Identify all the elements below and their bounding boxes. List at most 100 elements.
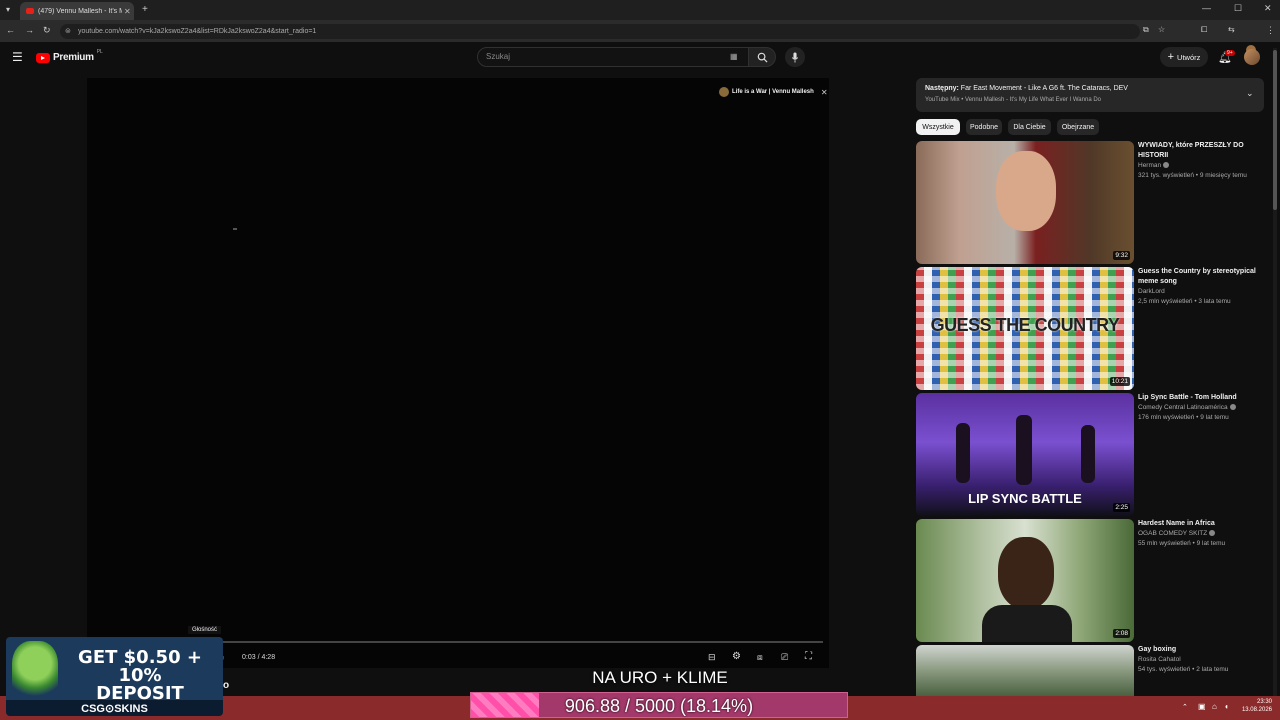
- search-icon: [757, 52, 768, 63]
- install-app-icon[interactable]: ⧉: [1143, 25, 1149, 35]
- chip-watched[interactable]: Obejrzane: [1057, 119, 1099, 135]
- channel-popup[interactable]: Life is a War | Vennu Mallesh ✕: [719, 87, 828, 97]
- video-channel: Herman: [1138, 161, 1258, 171]
- time-display: 0:03 / 4:28: [242, 654, 276, 661]
- up-next-panel[interactable]: Następny: Far East Movement - Like A G6 …: [916, 78, 1264, 112]
- network-icon[interactable]: ⌂: [1212, 702, 1217, 711]
- chip-all[interactable]: Wszystkie: [916, 119, 960, 135]
- ad-headline-line1: GET $0.50 + 10%: [78, 647, 202, 686]
- up-next-title: Far East Movement - Like A G6 ft. The Ca…: [960, 85, 1128, 92]
- tray-app-icon[interactable]: ▣: [1198, 702, 1206, 711]
- thumbnail-face: [998, 537, 1054, 609]
- video-thumbnail[interactable]: 2:08: [916, 519, 1134, 642]
- search-button[interactable]: [748, 47, 776, 67]
- video-title: Lip Sync Battle - Tom Holland: [1138, 394, 1237, 401]
- stream-goal-text: 906.88 / 5000 (18.14%): [564, 695, 754, 716]
- video-player[interactable]: [87, 78, 829, 668]
- speaker-icon[interactable]: ◖: [1224, 702, 1229, 711]
- system-clock[interactable]: 23:30 13.08.2026: [1240, 698, 1272, 714]
- video-info[interactable]: Guess the Country by stereotypical meme …: [1138, 267, 1258, 307]
- video-stats: 2,5 mln wyświetleń • 3 lata temu: [1138, 298, 1231, 305]
- video-stats: 55 mln wyświetleń • 9 lat temu: [1138, 540, 1226, 547]
- loading-dot: [233, 228, 237, 230]
- verified-icon: [1209, 530, 1216, 537]
- tab-title: (479) Vennu Mallesh - It's My Li: [38, 7, 122, 15]
- voice-search-button[interactable]: [785, 47, 805, 67]
- youtube-logo[interactable]: Premium PL: [36, 49, 103, 63]
- browser-tab-bar: ▾ (479) Vennu Mallesh - It's My Li ✕ + —…: [0, 0, 1280, 20]
- notification-count-badge: 9+: [1225, 50, 1235, 56]
- up-next-heading: Następny: Far East Movement - Like A G6 …: [925, 85, 1128, 92]
- forward-icon[interactable]: →: [25, 25, 34, 35]
- clock-date: 13.08.2026: [1241, 707, 1272, 713]
- chevron-down-icon[interactable]: ⌄: [1246, 88, 1254, 99]
- video-stats: 321 tys. wyświetleń • 9 miesięcy temu: [1138, 172, 1247, 179]
- site-info-icon[interactable]: ⊜: [65, 27, 71, 35]
- video-duration: 9:32: [1113, 251, 1130, 260]
- plus-icon: +: [1167, 51, 1175, 63]
- video-channel: Rosita Cahatol: [1138, 656, 1181, 663]
- video-duration: 10:21: [1109, 377, 1130, 386]
- translate-icon[interactable]: ⇆: [1228, 25, 1235, 34]
- settings-gear-icon[interactable]: ⚙: [732, 651, 741, 662]
- menu-hamburger-icon[interactable]: ☰: [12, 50, 23, 64]
- browser-tab[interactable]: (479) Vennu Mallesh - It's My Li ✕: [20, 2, 134, 20]
- popup-close-icon[interactable]: ✕: [821, 88, 828, 97]
- video-title: Hardest Name in Africa: [1138, 520, 1215, 527]
- tab-list-icon[interactable]: ▾: [6, 5, 10, 14]
- minimize-icon[interactable]: —: [1202, 3, 1211, 13]
- maximize-icon[interactable]: ☐: [1234, 3, 1242, 14]
- video-duration: 2:08: [1113, 629, 1130, 638]
- verified-icon: [1163, 162, 1170, 169]
- video-info[interactable]: Hardest Name in Africa OGAB COMEDY SKITZ…: [1138, 519, 1258, 549]
- search-input[interactable]: Szukaj: [477, 47, 749, 67]
- thumbnail-overlay-text: GUESS THE COUNTRY: [930, 315, 1120, 335]
- thumbnail-overlay-text: LIP SYNC BATTLE: [968, 491, 1082, 506]
- tab-close-icon[interactable]: ✕: [124, 7, 131, 16]
- subtitles-icon[interactable]: ⊟: [708, 652, 716, 663]
- fullscreen-icon[interactable]: ⛶: [805, 651, 812, 662]
- video-channel: OGAB COMEDY SKITZ: [1138, 529, 1258, 539]
- account-avatar[interactable]: [1244, 49, 1260, 65]
- reload-icon[interactable]: ↻: [43, 25, 51, 36]
- video-info[interactable]: WYWIADY, które PRZESZŁY DO HISTORII Herm…: [1138, 141, 1258, 181]
- channel-avatar-icon: [719, 87, 729, 97]
- browser-menu-icon[interactable]: ⋮: [1266, 25, 1275, 36]
- thumbnail-face: [996, 151, 1056, 231]
- create-button[interactable]: + Utwórz: [1160, 47, 1208, 67]
- close-window-icon[interactable]: ✕: [1264, 3, 1272, 14]
- up-next-label: Następny:: [925, 85, 959, 92]
- bookmark-star-icon[interactable]: ☆: [1158, 25, 1165, 34]
- video-stats: 54 tys. wyświetleń • 2 lata temu: [1138, 666, 1229, 673]
- verified-icon: [1229, 404, 1236, 411]
- video-thumbnail[interactable]: [916, 645, 1134, 696]
- video-channel: DarkLord: [1138, 288, 1165, 295]
- chip-related[interactable]: Podobne: [966, 119, 1002, 135]
- url-field[interactable]: ⊜ youtube.com/watch?v=kJa2kswoZ2a4&list=…: [60, 24, 1140, 39]
- dancer-figure: [1016, 415, 1032, 485]
- scrollbar-thumb[interactable]: [1273, 50, 1277, 210]
- chip-for-you[interactable]: Dla Ciebie: [1008, 119, 1051, 135]
- extensions-puzzle-icon[interactable]: ⧠: [1201, 25, 1207, 35]
- video-title: WYWIADY, które PRZESZŁY DO HISTORII: [1138, 142, 1244, 159]
- video-info[interactable]: Lip Sync Battle - Tom Holland Comedy Cen…: [1138, 393, 1258, 423]
- tray-chevron-icon[interactable]: ⌃: [1182, 703, 1188, 711]
- create-label: Utwórz: [1177, 52, 1201, 62]
- video-thumbnail[interactable]: 9:32: [916, 141, 1134, 264]
- keyboard-icon[interactable]: ▦: [730, 52, 738, 61]
- microphone-icon: [791, 51, 799, 63]
- dancer-figure: [956, 423, 970, 483]
- channel-popup-text: Life is a War | Vennu Mallesh: [732, 89, 814, 95]
- volume-tooltip: Głośność: [188, 626, 222, 634]
- video-thumbnail[interactable]: LIP SYNC BATTLE 2:25: [916, 393, 1134, 516]
- miniplayer-icon[interactable]: ⧈: [757, 652, 763, 663]
- new-tab-icon[interactable]: +: [142, 4, 148, 15]
- dancer-figure: [1081, 425, 1095, 483]
- video-info[interactable]: Gay boxing Rosita Cahatol 54 tys. wyświe…: [1138, 645, 1258, 675]
- video-thumbnail[interactable]: GUESS THE COUNTRY 10:21: [916, 267, 1134, 390]
- video-stats: 176 mln wyświetleń • 9 lat temu: [1138, 414, 1229, 421]
- cast-icon[interactable]: ⎚: [781, 652, 788, 663]
- stream-goal-title: NA URO + KLIME: [592, 668, 728, 687]
- back-icon[interactable]: ←: [6, 25, 15, 35]
- url-text: youtube.com/watch?v=kJa2kswoZ2a4&list=RD…: [78, 28, 317, 35]
